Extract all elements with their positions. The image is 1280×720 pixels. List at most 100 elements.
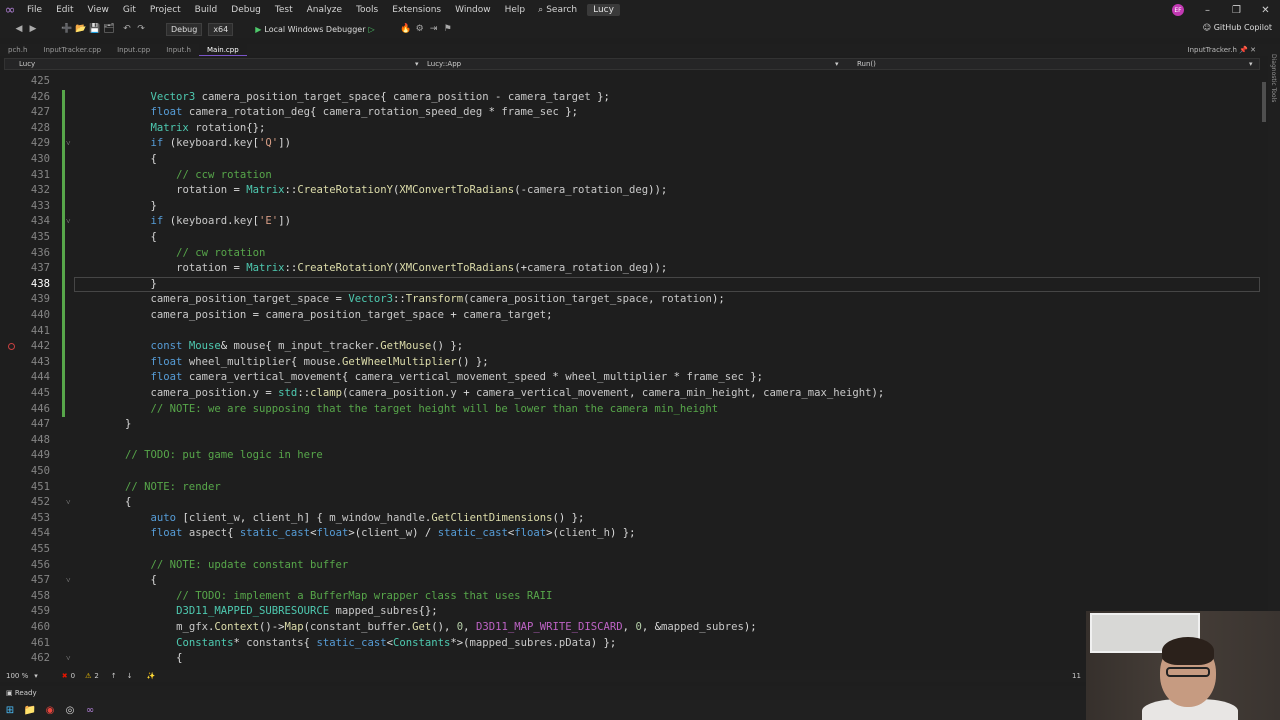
- chevron-down-icon[interactable]: ▾: [1249, 59, 1253, 69]
- code-line[interactable]: 430 {: [4, 152, 1260, 168]
- code-line[interactable]: 438 }: [4, 276, 1260, 293]
- code-line[interactable]: 437 rotation = Matrix::CreateRotationY(X…: [4, 261, 1260, 277]
- chevron-down-icon[interactable]: ▾: [34, 672, 38, 680]
- run-debugger-button[interactable]: ▶ Local Windows Debugger ▷: [255, 25, 374, 34]
- menu-item-build[interactable]: Build: [188, 0, 225, 20]
- code-line[interactable]: 436 // cw rotation: [4, 245, 1260, 262]
- code-line[interactable]: 454 float aspect{ static_cast<float>(cli…: [4, 526, 1260, 542]
- menu-item-project[interactable]: Project: [143, 0, 188, 20]
- code-line[interactable]: 435 {: [4, 230, 1260, 246]
- code-line[interactable]: 441: [4, 323, 1260, 340]
- windows-start-icon[interactable]: ⊞: [0, 700, 20, 720]
- new-item-icon[interactable]: ➕: [60, 24, 74, 34]
- menu-item-test[interactable]: Test: [268, 0, 300, 20]
- member-dropdown[interactable]: Run(): [857, 59, 876, 69]
- tab-inputtracker-cpp[interactable]: InputTracker.cpp: [35, 44, 109, 56]
- error-count[interactable]: 0: [71, 672, 75, 680]
- code-line[interactable]: 450: [4, 464, 1260, 480]
- project-dropdown[interactable]: Lucy: [19, 59, 35, 69]
- code-line[interactable]: 432 rotation = Matrix::CreateRotationY(X…: [4, 183, 1260, 199]
- code-line[interactable]: 426 Vector3 camera_position_target_space…: [4, 89, 1260, 106]
- fold-chevron-icon[interactable]: ˅: [66, 651, 71, 667]
- hot-reload-icon[interactable]: 🔥: [399, 24, 413, 34]
- chevron-down-icon[interactable]: ▾: [835, 59, 839, 69]
- chevron-down-icon[interactable]: ▾: [415, 59, 419, 69]
- menu-item-analyze[interactable]: Analyze: [300, 0, 349, 20]
- close-icon[interactable]: ✕: [1251, 5, 1280, 16]
- code-line[interactable]: 428 Matrix rotation{};: [4, 120, 1260, 137]
- code-line[interactable]: 425: [4, 74, 1260, 90]
- code-line[interactable]: 440 camera_position = camera_position_ta…: [4, 308, 1260, 324]
- menu-item-git[interactable]: Git: [116, 0, 143, 20]
- menu-item-tools[interactable]: Tools: [349, 0, 385, 20]
- code-line[interactable]: 448: [4, 433, 1260, 449]
- code-line[interactable]: 462 ˅ {: [4, 651, 1260, 667]
- code-line[interactable]: 455: [4, 542, 1260, 558]
- menu-item-extensions[interactable]: Extensions: [385, 0, 448, 20]
- code-line[interactable]: 458 // TODO: implement a BufferMap wrapp…: [4, 589, 1260, 605]
- code-line[interactable]: 434 ˅ if (keyboard.key['E']): [4, 214, 1260, 230]
- menu-item-file[interactable]: File: [20, 0, 49, 20]
- code-line[interactable]: 461 Constants* constants{ static_cast<Co…: [4, 636, 1260, 652]
- code-line[interactable]: 444 float camera_vertical_movement{ came…: [4, 370, 1260, 386]
- configuration-select[interactable]: Debug: [166, 22, 203, 36]
- menu-item-help[interactable]: Help: [498, 0, 533, 20]
- tab-input-cpp[interactable]: Input.cpp: [109, 44, 158, 56]
- forward-icon[interactable]: ▶: [26, 24, 40, 34]
- pin-icon[interactable]: 📌: [1239, 46, 1248, 54]
- code-line[interactable]: 456 // NOTE: update constant buffer: [4, 558, 1260, 574]
- code-cleanup-icon[interactable]: ✨: [147, 672, 156, 680]
- fold-chevron-icon[interactable]: ˅: [66, 495, 71, 511]
- file-explorer-icon[interactable]: 📁: [20, 700, 40, 720]
- code-line[interactable]: 449 // TODO: put game logic in here: [4, 448, 1260, 464]
- chrome-icon[interactable]: ◉: [40, 700, 60, 720]
- settings-icon[interactable]: ⚙: [413, 24, 427, 34]
- minimize-icon[interactable]: –: [1193, 5, 1222, 16]
- tab-input-h[interactable]: Input.h: [158, 44, 199, 56]
- bookmark-icon[interactable]: ⚑: [441, 24, 455, 34]
- debug-step-icon[interactable]: ⇥: [427, 24, 441, 34]
- code-line[interactable]: 433 }: [4, 198, 1260, 215]
- undo-icon[interactable]: ↶: [120, 24, 134, 34]
- copilot-button[interactable]: ☺ GitHub Copilot: [1203, 23, 1272, 32]
- search-button[interactable]: ⌕ Search: [538, 5, 577, 15]
- obs-icon[interactable]: ◎: [60, 700, 80, 720]
- fold-chevron-icon[interactable]: ˅: [66, 214, 71, 230]
- fold-chevron-icon[interactable]: ˅: [66, 573, 71, 589]
- tab-pch-h[interactable]: pch.h: [0, 44, 35, 56]
- code-line[interactable]: 447 }: [4, 417, 1260, 433]
- code-line[interactable]: 431 // ccw rotation: [4, 167, 1260, 184]
- code-line[interactable]: 460 m_gfx.Context()->Map(constant_buffer…: [4, 620, 1260, 636]
- save-icon[interactable]: 💾: [88, 24, 102, 34]
- code-editor[interactable]: 425 426 Vector3 camera_position_target_s…: [4, 72, 1260, 668]
- code-line[interactable]: 427 float camera_rotation_deg{ camera_ro…: [4, 105, 1260, 121]
- maximize-icon[interactable]: ❐: [1222, 5, 1251, 16]
- menu-item-debug[interactable]: Debug: [224, 0, 268, 20]
- visual-studio-icon[interactable]: ∞: [80, 700, 100, 720]
- redo-icon[interactable]: ↷: [134, 24, 148, 34]
- code-line[interactable]: 453 auto [client_w, client_h] { m_window…: [4, 511, 1260, 527]
- code-line[interactable]: 439 camera_position_target_space = Vecto…: [4, 292, 1260, 308]
- down-arrow-icon[interactable]: ↓: [127, 672, 133, 680]
- code-line[interactable]: 443 float wheel_multiplier{ mouse.GetWhe…: [4, 354, 1260, 371]
- code-line[interactable]: 452 ˅ {: [4, 495, 1260, 511]
- fold-chevron-icon[interactable]: ˅: [66, 136, 71, 152]
- code-line[interactable]: 457 ˅ {: [4, 573, 1260, 589]
- up-arrow-icon[interactable]: ↑: [111, 672, 117, 680]
- code-line[interactable]: 459 D3D11_MAPPED_SUBRESOURCE mapped_subr…: [4, 604, 1260, 620]
- platform-select[interactable]: x64: [208, 22, 234, 36]
- code-line[interactable]: 429 ˅ if (keyboard.key['Q']): [4, 136, 1260, 152]
- zoom-level[interactable]: 100 %: [6, 672, 28, 680]
- menu-item-window[interactable]: Window: [448, 0, 498, 20]
- save-all-icon[interactable]: 🗂: [102, 24, 116, 34]
- tab-inputtracker-h[interactable]: InputTracker.h 📌 ✕: [1188, 44, 1256, 56]
- open-icon[interactable]: 📂: [74, 24, 88, 34]
- diagnostic-tools-panel-tab[interactable]: Diagnostic Tools: [1268, 44, 1280, 684]
- menu-item-view[interactable]: View: [81, 0, 116, 20]
- play-outline-icon[interactable]: ▷: [369, 25, 375, 34]
- scope-dropdown[interactable]: Lucy::App: [427, 59, 461, 69]
- code-line[interactable]: 451 // NOTE: render: [4, 480, 1260, 496]
- warning-count[interactable]: 2: [94, 672, 98, 680]
- menu-item-edit[interactable]: Edit: [49, 0, 80, 20]
- code-line[interactable]: 445 camera_position.y = std::clamp(camer…: [4, 386, 1260, 402]
